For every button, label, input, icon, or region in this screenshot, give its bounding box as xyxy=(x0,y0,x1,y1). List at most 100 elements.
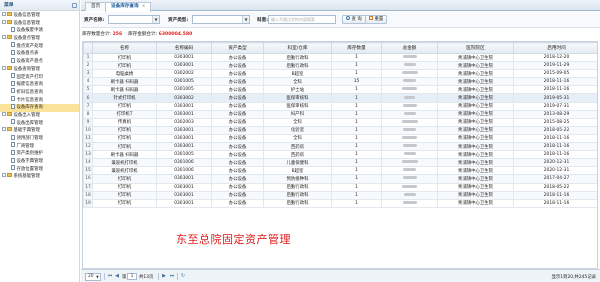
expand-toggle-icon[interactable] xyxy=(2,35,6,40)
table-row[interactable]: 15 兼容机打印机 0301006 办公设备 B超室 1 青浦镇中心卫生院 2020-12-3… xyxy=(83,166,597,176)
table-cell: 刷卡器 扫码器 xyxy=(92,85,157,95)
table-row[interactable]: 19 打印机 0303001 办公设备 后勤行政科 1 青浦镇中心卫生院 2018-11-16 xyxy=(83,198,597,208)
expand-toggle-icon[interactable] xyxy=(2,111,6,116)
table-cell: 2018-11-16 xyxy=(513,198,597,208)
menu-item[interactable]: 设备报废申请 xyxy=(0,26,79,35)
column-header[interactable]: 科室/仓库 xyxy=(263,42,332,54)
document-icon xyxy=(11,134,15,140)
table-cell: 1 xyxy=(331,166,382,176)
menu-item[interactable]: 存放位置管理 xyxy=(0,165,79,174)
column-header[interactable]: 总金额 xyxy=(381,42,438,54)
document-icon xyxy=(11,80,15,86)
table-row[interactable]: 16 打印机 0303001 办公设备 预防接种科 1 青浦镇中心卫生院 2017-04-27 xyxy=(83,174,597,184)
redacted-amount-cell xyxy=(381,133,438,144)
row-number: 13 xyxy=(83,150,93,160)
prev-page-icon[interactable]: ◀ xyxy=(114,273,120,280)
table-row[interactable]: 8 打印机T 0303001 办公设备 妇产科 1 青浦镇中心卫生院 2013-08-29 xyxy=(83,109,597,119)
menu-label: 设备盘点管理 xyxy=(13,36,40,42)
page-size-select[interactable]: 20 ▼ xyxy=(85,273,101,281)
table-row[interactable]: 5 刷卡器 扫码器 0301005 办公设备 护士站 1 青浦镇中心卫生院 2018-11-1… xyxy=(83,85,597,95)
expand-toggle-icon[interactable] xyxy=(2,173,6,178)
table-cell: 青浦镇中心卫生院 xyxy=(437,174,514,184)
column-header[interactable]: 启用时间 xyxy=(513,42,597,54)
table-cell: 青浦镇中心卫生院 xyxy=(437,190,514,200)
table-cell: 1 xyxy=(331,182,382,192)
page-number-input[interactable]: 1 xyxy=(127,273,137,280)
menu-label: 盘点资产处理 xyxy=(16,43,43,49)
menu-group[interactable]: 设备信息管理 xyxy=(0,12,79,20)
redacted-amount-cell xyxy=(381,150,438,160)
table-cell: 0303001 xyxy=(156,52,212,63)
tab-home[interactable]: 首页 xyxy=(85,2,107,11)
table-row[interactable]: 2 打印机 0303001 办公设备 后勤行政科 1 青浦镇中心卫生院 2019-11-29 xyxy=(83,61,597,71)
table-row[interactable]: 9 传真机 0302003 办公设备 全科 1 青浦镇中心卫生院 2015-08-25 xyxy=(83,117,597,127)
table-row[interactable]: 10 打印机 0303001 办公设备 化验室 1 青浦镇中心卫生院 2018-05-22 xyxy=(83,125,597,135)
menu-item[interactable]: 设备出库管理 xyxy=(0,119,79,128)
table-cell: 后勤行政科 xyxy=(263,190,332,200)
reset-button[interactable]: 重置 xyxy=(365,15,388,24)
table-row[interactable]: 6 针式打印机 0303002 办公设备 医保审核科 1 青浦镇中心卫生院 2019-05-3… xyxy=(83,93,597,103)
table-cell: 1 xyxy=(331,69,382,79)
total-quantity-value: 256 xyxy=(112,32,123,37)
table-row[interactable]: 13 刷卡器 扫码器 0301005 办公设备 西药房 1 青浦镇中心卫生院 2018-11-… xyxy=(83,150,597,160)
redacted-amount-cell xyxy=(381,61,438,71)
menu-item[interactable]: 设备库存查询 xyxy=(0,103,79,112)
table-cell: 后勤行政科 xyxy=(263,52,332,63)
redacted-amount-cell xyxy=(381,198,438,208)
search-icon xyxy=(346,16,350,20)
table-row[interactable]: 3 电脑桌椅 0302002 办公设备 B超室 1 青浦镇中心卫生院 2015-09-05 xyxy=(83,69,597,79)
expand-toggle-icon[interactable] xyxy=(2,19,6,24)
last-page-icon[interactable]: ⏭ xyxy=(169,273,175,280)
table-cell: 2018-11-16 xyxy=(513,85,597,95)
inventory-summary: 库存数量合计: 256 库存金额合计: 6300004.580 xyxy=(82,31,192,37)
table-row[interactable]: 17 打印机 0303001 办公设备 后勤行政科 1 青浦镇中心卫生院 2018-05-22 xyxy=(83,182,597,192)
table-cell: 1 xyxy=(331,52,382,63)
search-button[interactable]: 查 询 xyxy=(342,15,366,24)
page-size-dropdown-icon[interactable]: ▼ xyxy=(95,274,100,280)
first-page-icon[interactable]: ⏮ xyxy=(107,273,113,280)
table-cell: 青浦镇中心卫生院 xyxy=(437,125,514,135)
table-cell: 青浦镇中心卫生院 xyxy=(437,158,514,168)
tab-inventory-query[interactable]: 设备库存查询 × xyxy=(105,2,152,12)
table-cell: 办公设备 xyxy=(211,109,264,119)
column-header[interactable]: 名称编码 xyxy=(156,42,212,54)
table-row[interactable]: 14 兼容机打印机 0301006 办公设备 儿童保健科 1 青浦镇中心卫生院 2020-12… xyxy=(83,158,597,168)
table-row[interactable]: 7 打印机 0303001 办公设备 医保审核科 1 青浦镇中心卫生院 2019-07-31 xyxy=(83,101,597,111)
table-row[interactable]: 4 刷卡器 扫码器 0301005 办公设备 全科 15 青浦镇中心卫生院 2018-11-1… xyxy=(83,77,597,87)
table-cell: 办公设备 xyxy=(211,52,264,63)
asset-type-select[interactable]: ▼ xyxy=(192,15,250,24)
row-number: 10 xyxy=(83,125,93,135)
close-tab-icon[interactable]: × xyxy=(142,4,146,9)
column-header[interactable]: 资产类型 xyxy=(211,42,264,54)
menu-label: 报废信息查询 xyxy=(16,82,43,88)
menu-group[interactable]: 系统基础管理 xyxy=(0,173,79,181)
table-cell: 2015-09-05 xyxy=(513,69,597,79)
table-cell: 0303001 xyxy=(156,61,212,71)
next-page-icon[interactable]: ▶ xyxy=(161,273,167,280)
table-cell: 办公设备 xyxy=(211,166,264,176)
expand-toggle-icon[interactable] xyxy=(2,127,6,132)
document-icon xyxy=(11,73,15,78)
collapse-sidebar-icon[interactable] xyxy=(72,3,77,8)
tab-inventory-query-label: 设备库存查询 xyxy=(111,4,139,9)
table-cell: 打印机 xyxy=(92,182,157,192)
table-row[interactable]: 11 打印机 0303001 办公设备 全科 1 青浦镇中心卫生院 2018-11-16 xyxy=(83,133,597,144)
expand-toggle-icon[interactable] xyxy=(2,65,6,70)
table-cell: 0302003 xyxy=(156,117,212,127)
table-row[interactable]: 18 打印机 0303001 办公设备 后勤行政科 1 青浦镇中心卫生院 2018-11-16 xyxy=(83,190,597,200)
table-row[interactable]: 12 打印机 0303001 办公设备 西药房 1 青浦镇中心卫生院 2018-11-16 xyxy=(83,142,597,152)
column-header[interactable]: 医院院区 xyxy=(437,42,514,54)
redacted-amount-cell xyxy=(381,109,438,119)
menu-item[interactable]: 设备资产盘点 xyxy=(0,57,79,66)
table-row[interactable]: 1 打印机 0303001 办公设备 后勤行政科 1 青浦镇中心卫生院 2018-12-20 xyxy=(83,52,597,63)
table-cell: 西药房 xyxy=(263,150,332,160)
asset-name-select[interactable]: ▼ xyxy=(108,15,160,24)
menu-label: 固定资产打印 xyxy=(16,74,43,80)
column-header[interactable]: 库存数量 xyxy=(331,42,382,54)
department-input[interactable]: 输入不超过字符内容搜索 xyxy=(268,15,336,24)
column-header[interactable]: 名称 xyxy=(92,42,157,54)
refresh-icon[interactable]: ↻ xyxy=(180,273,186,280)
asset-type-dropdown-icon[interactable]: ▼ xyxy=(242,16,249,23)
asset-name-dropdown-icon[interactable]: ▼ xyxy=(152,16,159,23)
expand-toggle-icon[interactable] xyxy=(2,12,6,16)
